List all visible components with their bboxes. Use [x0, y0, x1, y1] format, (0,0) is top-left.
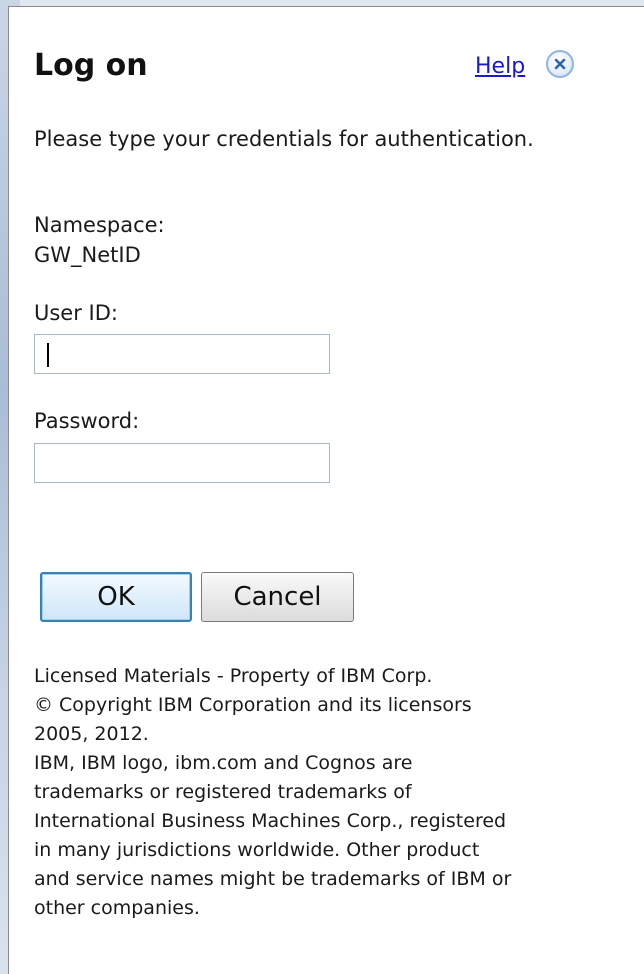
legal-line: Licensed Materials - Property of IBM Cor… — [34, 665, 433, 687]
help-link[interactable]: Help — [475, 54, 525, 79]
namespace-label: Namespace: — [34, 213, 165, 237]
legal-line: and service names might be trademarks of… — [34, 868, 512, 890]
text-caret — [47, 343, 49, 367]
password-input[interactable] — [34, 443, 330, 483]
legal-line: © Copyright IBM Corporation and its lice… — [34, 694, 472, 716]
legal-line: IBM, IBM logo, ibm.com and Cognos are — [34, 752, 413, 774]
password-label: Password: — [34, 409, 140, 433]
user-id-input[interactable] — [34, 334, 330, 374]
legal-line: 2005, 2012. — [34, 723, 149, 745]
legal-line: other companies. — [34, 897, 200, 919]
user-id-label: User ID: — [34, 301, 118, 325]
legal-line: International Business Machines Corp., r… — [34, 810, 507, 832]
dialog-title: Log on — [34, 48, 148, 83]
cancel-button[interactable]: Cancel — [201, 572, 354, 622]
legal-line: in many jurisdictions worldwide. Other p… — [34, 839, 480, 861]
instructions-text: Please type your credentials for authent… — [34, 127, 534, 151]
close-icon[interactable] — [546, 50, 574, 78]
ok-button[interactable]: OK — [40, 572, 192, 622]
legal-notice: Licensed Materials - Property of IBM Cor… — [34, 662, 624, 923]
namespace-value: GW_NetID — [34, 243, 141, 267]
legal-line: trademarks or registered trademarks of — [34, 781, 412, 803]
